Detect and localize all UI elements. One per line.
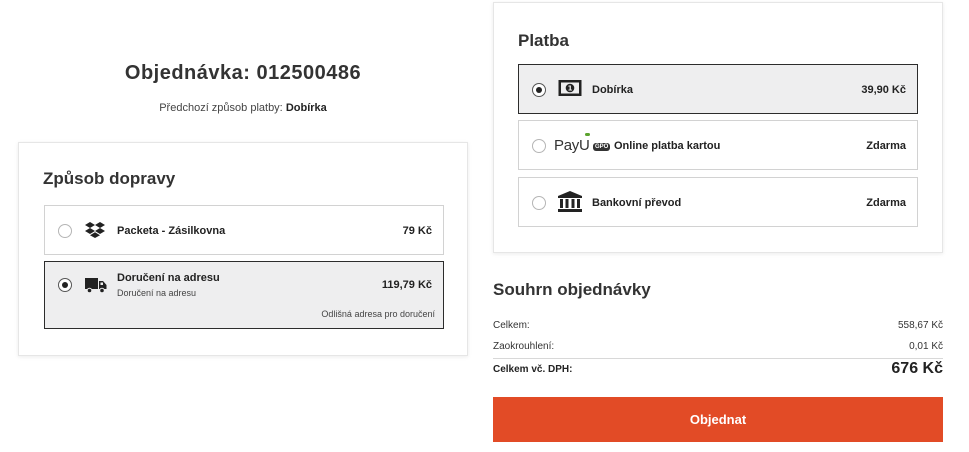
different-address-link[interactable]: Odlišná adresa pro doručení bbox=[321, 309, 435, 319]
previous-payment-method: Předchozí způsob platby: Dobírka bbox=[18, 102, 468, 114]
bank-icon bbox=[558, 191, 582, 218]
payu-logo-badge: GPO bbox=[593, 143, 611, 151]
shipping-card: Způsob dopravy Packeta - Zásilkovna 79 K… bbox=[18, 142, 468, 356]
payu-logo-accent bbox=[585, 133, 590, 136]
payment-title: Platba bbox=[518, 31, 570, 50]
payment-option-label: Bankovní převod bbox=[592, 197, 682, 209]
summary-divider bbox=[493, 358, 943, 359]
svg-text:1: 1 bbox=[568, 85, 573, 93]
summary-total-label: Celkem vč. DPH: bbox=[493, 364, 573, 375]
shipping-option-sublabel: Doručení na adresu bbox=[117, 288, 197, 298]
shipping-option-address[interactable]: Doručení na adresu Doručení na adresu 11… bbox=[44, 261, 444, 329]
order-title: Objednávka: 012500486 bbox=[124, 62, 362, 84]
payu-logo-text: PayU bbox=[554, 137, 590, 154]
summary-row-label: Celkem: bbox=[493, 320, 530, 331]
summary-row-value: 558,67 Kč bbox=[897, 320, 943, 331]
payment-option-cod[interactable]: 1 Dobírka 39,90 Kč bbox=[518, 64, 918, 114]
payment-option-bank[interactable]: Bankovní převod Zdarma bbox=[518, 177, 918, 227]
shipping-radio-packeta[interactable] bbox=[58, 224, 72, 238]
shipping-radio-address[interactable] bbox=[58, 278, 72, 292]
dropbox-box-icon bbox=[85, 220, 105, 245]
previous-payment-value: Dobírka bbox=[285, 102, 327, 114]
summary-title: Souhrn objednávky bbox=[493, 280, 651, 299]
payment-option-label: Online platba kartou bbox=[614, 140, 721, 152]
shipping-option-packeta[interactable]: Packeta - Zásilkovna 79 Kč bbox=[44, 205, 444, 255]
summary-row-label: Zaokrouhlení: bbox=[493, 341, 555, 352]
shipping-option-label: Doručení na adresu bbox=[117, 272, 220, 284]
place-order-button[interactable]: Objednat bbox=[493, 397, 943, 442]
summary-total-value: 676 Kč bbox=[891, 360, 943, 377]
cash-icon: 1 bbox=[558, 79, 582, 102]
shipping-option-label: Packeta - Zásilkovna bbox=[117, 225, 226, 237]
payment-option-card[interactable]: PayU GPO Online platba kartou Zdarma bbox=[518, 120, 918, 170]
shipping-title: Způsob dopravy bbox=[43, 169, 176, 188]
shipping-option-price: 79 Kč bbox=[402, 225, 432, 237]
payu-logo: PayU GPO bbox=[554, 133, 611, 157]
payment-option-price: 39,90 Kč bbox=[861, 84, 906, 96]
payment-radio-cod[interactable] bbox=[532, 83, 546, 97]
payment-radio-bank[interactable] bbox=[532, 196, 546, 210]
payment-radio-card[interactable] bbox=[532, 139, 546, 153]
summary-row-value: 0,01 Kč bbox=[909, 341, 943, 352]
shipping-option-price: 119,79 Kč bbox=[381, 279, 432, 291]
payment-option-price: Zdarma bbox=[866, 140, 906, 152]
previous-payment-label: Předchozí způsob platby: bbox=[159, 102, 283, 114]
payment-card: Platba 1 Dobírka 39,90 Kč PayU GPO Onlin… bbox=[493, 2, 943, 253]
payment-option-price: Zdarma bbox=[866, 197, 906, 209]
payment-option-label: Dobírka bbox=[592, 84, 633, 96]
truck-icon bbox=[85, 276, 107, 299]
